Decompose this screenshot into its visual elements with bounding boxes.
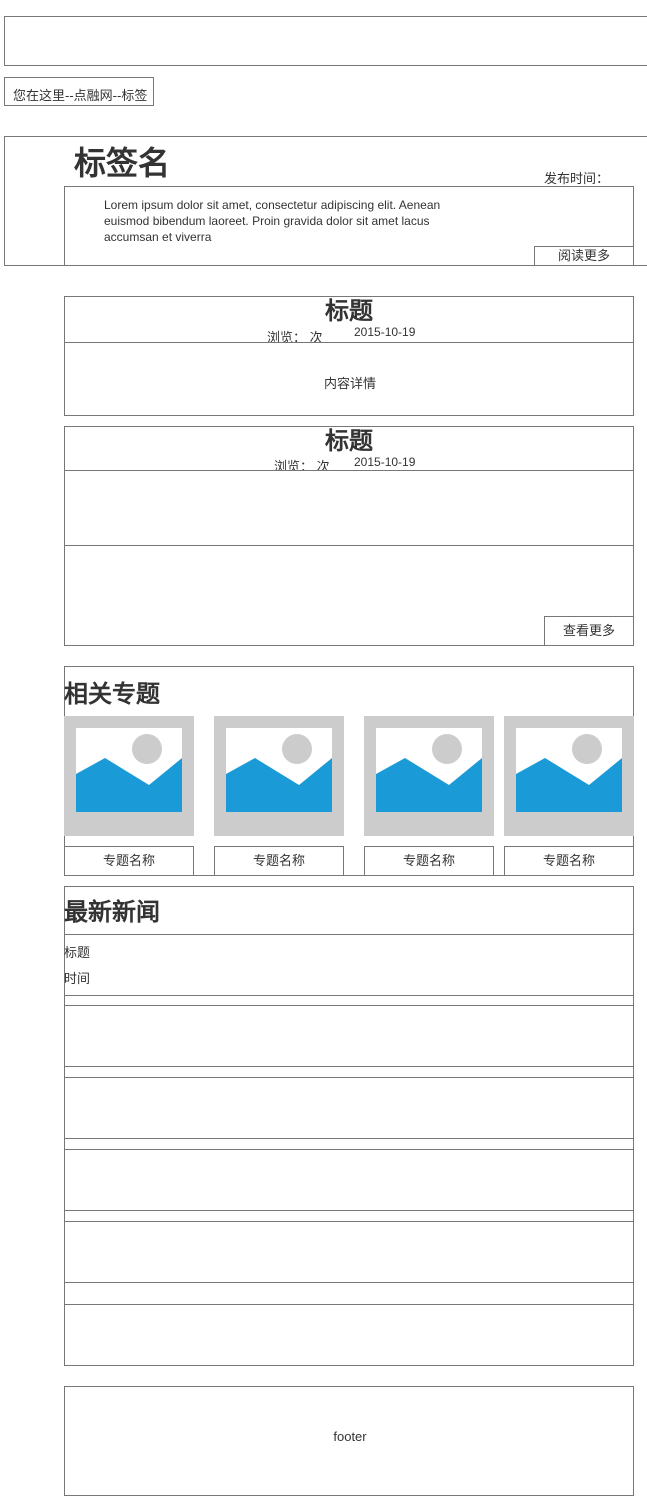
- topic-name-link[interactable]: 专题名称: [504, 846, 634, 876]
- article-content-box: [64, 470, 634, 546]
- tag-summary-text: Lorem ipsum dolor sit amet, consectetur …: [104, 198, 441, 244]
- topic-name-label: 专题名称: [102, 853, 155, 868]
- news-item-time: 时间: [64, 971, 91, 986]
- topic-image[interactable]: [214, 716, 344, 836]
- article-content-box: 内容详情: [64, 342, 634, 416]
- article-title[interactable]: 标题: [64, 427, 634, 457]
- topic-name-label: 专题名称: [402, 853, 455, 868]
- footer-text: footer: [333, 1429, 367, 1444]
- topic-image[interactable]: [364, 716, 494, 836]
- footer: footer: [64, 1386, 634, 1496]
- tag-name-title: 标签名: [74, 145, 171, 181]
- top-header-bar: [4, 16, 647, 66]
- related-topics-heading: 相关专题: [64, 681, 160, 708]
- article-date: 2015-10-19: [354, 325, 416, 339]
- article-content: 内容详情: [323, 376, 376, 391]
- news-item-title: 标题: [64, 945, 91, 960]
- topic-name-label: 专题名称: [252, 853, 305, 868]
- publish-time-label: 发布时间：: [544, 171, 610, 186]
- article-title[interactable]: 标题: [64, 297, 634, 327]
- topic-name-link[interactable]: 专题名称: [364, 846, 494, 876]
- topic-name-link[interactable]: 专题名称: [64, 846, 194, 876]
- news-item[interactable]: [64, 1005, 634, 1067]
- view-more-button[interactable]: 查看更多: [544, 616, 634, 646]
- topic-name-label: 专题名称: [542, 853, 595, 868]
- breadcrumb: 您在这里--点融网--标签: [4, 77, 154, 106]
- image-placeholder-icon: [516, 728, 622, 812]
- image-placeholder-icon: [226, 728, 332, 812]
- latest-news-heading: 最新新闻: [64, 899, 160, 926]
- news-item[interactable]: [64, 1149, 634, 1211]
- news-item[interactable]: [64, 1221, 634, 1283]
- read-more-label: 阅读更多: [557, 248, 610, 263]
- topic-image[interactable]: [504, 716, 634, 836]
- news-item[interactable]: [64, 1077, 634, 1139]
- image-placeholder-icon: [76, 728, 182, 812]
- news-item[interactable]: [64, 1304, 634, 1366]
- view-more-label: 查看更多: [562, 623, 615, 638]
- image-placeholder-icon: [376, 728, 482, 812]
- article-date: 2015-10-19: [354, 455, 416, 469]
- news-divider: [64, 1282, 634, 1305]
- read-more-button[interactable]: 阅读更多: [534, 246, 634, 266]
- topic-name-link[interactable]: 专题名称: [214, 846, 344, 876]
- breadcrumb-text: 您在这里--点融网--标签: [13, 88, 148, 103]
- topic-image[interactable]: [64, 716, 194, 836]
- news-item[interactable]: 标题 时间: [64, 934, 634, 996]
